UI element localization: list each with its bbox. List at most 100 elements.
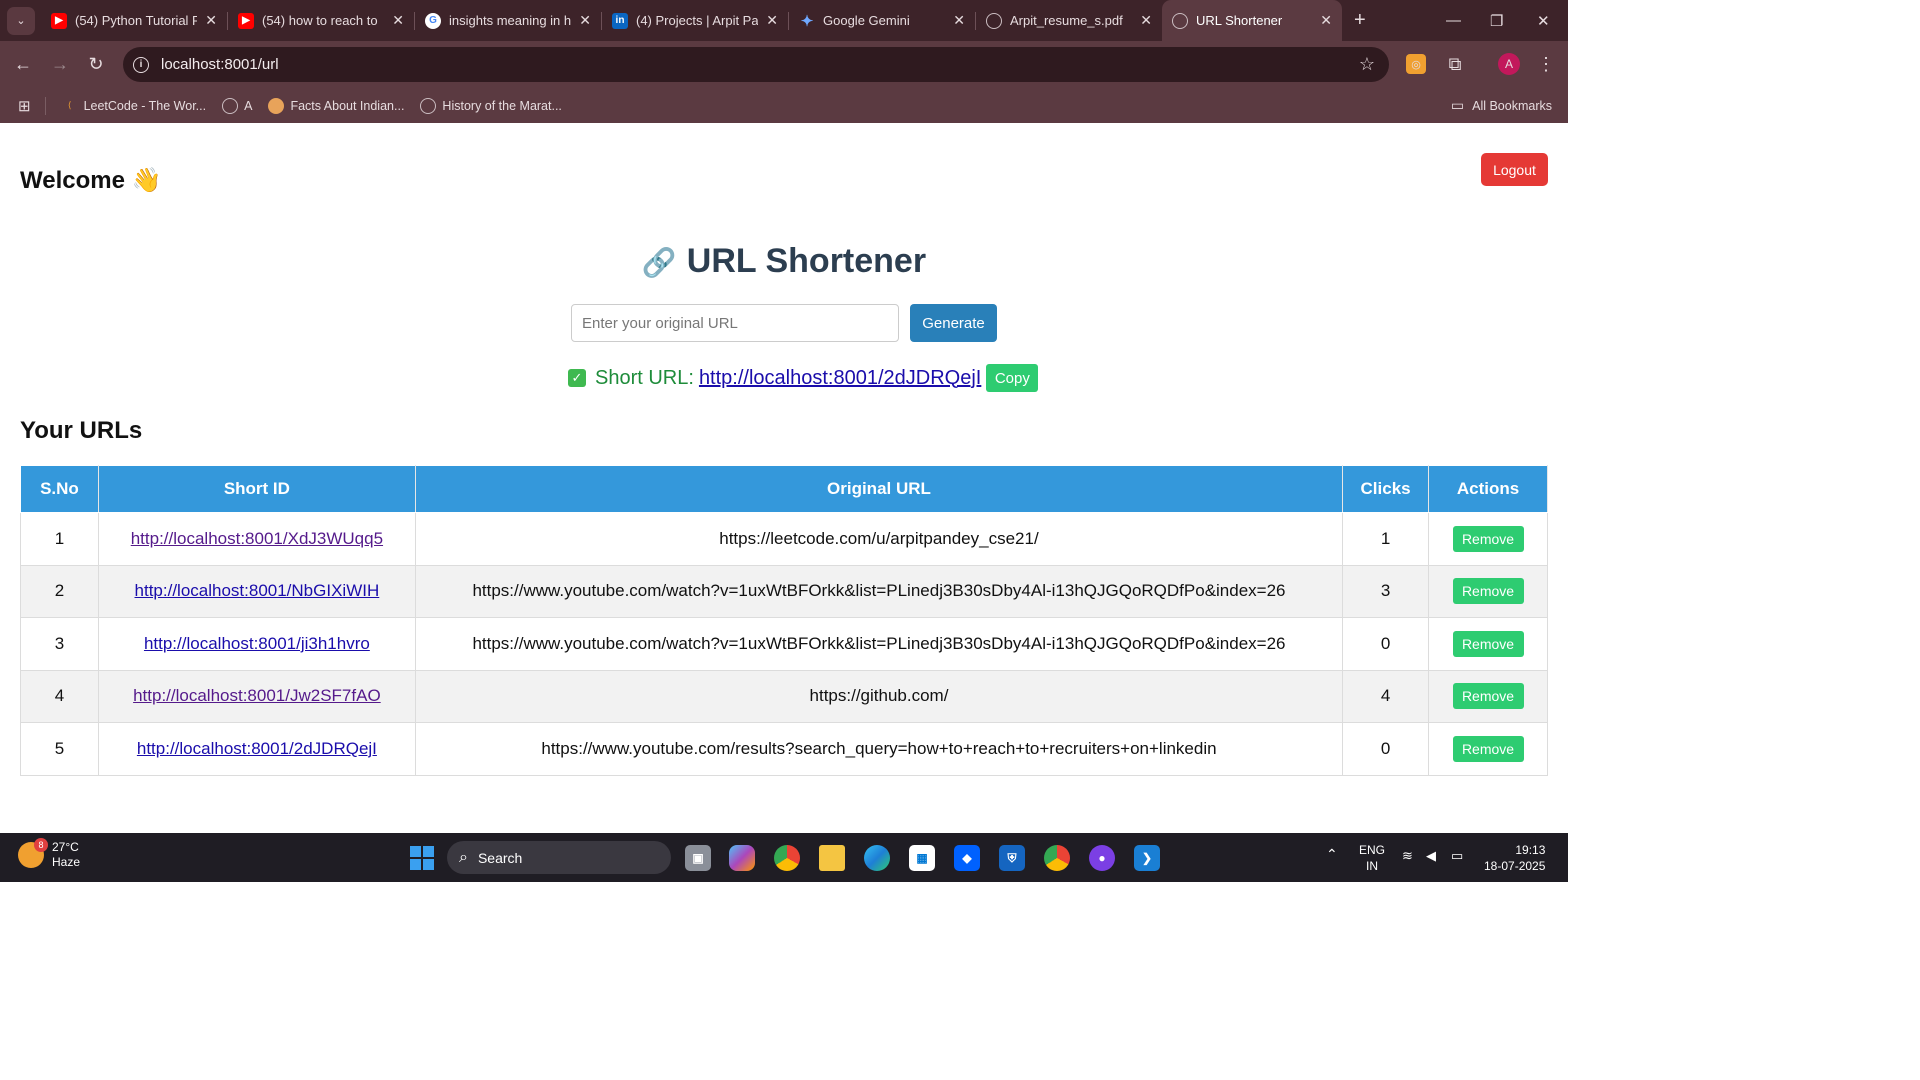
temperature: 27°C xyxy=(52,840,79,854)
tab-resume-pdf[interactable]: Arpit_resume_s.pdf ✕ xyxy=(976,0,1162,41)
cell-sno: 2 xyxy=(20,564,99,618)
tab-title: Google Gemini xyxy=(823,13,910,28)
globe-icon xyxy=(1172,12,1188,29)
weather-sun-icon: 8 xyxy=(18,838,48,868)
header-original-url: Original URL xyxy=(414,465,1344,513)
file-explorer-icon[interactable] xyxy=(819,845,845,871)
browser-chrome: ⌄ ▶ (54) Python Tutorial F ✕ ▶ (54) how … xyxy=(0,0,1568,123)
new-tab-icon[interactable]: + xyxy=(1354,9,1366,32)
back-icon[interactable]: ← xyxy=(12,53,34,75)
tab-python-tutorial[interactable]: ▶ (54) Python Tutorial F ✕ xyxy=(41,0,227,41)
tab-url-shortener[interactable]: URL Shortener ✕ xyxy=(1162,0,1342,41)
battery-icon[interactable]: ▭ xyxy=(1451,848,1463,864)
cell-short-id: http://localhost:8001/NbGIXiWIH xyxy=(97,564,416,618)
short-url-link[interactable]: http://localhost:8001/2dJDRQejI xyxy=(699,367,981,390)
bookmark-a[interactable]: A xyxy=(222,97,253,114)
page-title: 🔗 URL Shortener xyxy=(0,242,1568,281)
language-indicator[interactable]: ENG IN xyxy=(1359,842,1385,874)
remove-button[interactable]: Remove xyxy=(1452,735,1524,762)
chrome-icon[interactable] xyxy=(774,845,800,871)
close-window-icon[interactable]: ✕ xyxy=(1537,0,1550,41)
chrome-profile-icon[interactable] xyxy=(1044,845,1070,871)
edge-icon[interactable] xyxy=(864,845,890,871)
copilot-icon[interactable] xyxy=(729,845,755,871)
extensions-puzzle-icon[interactable]: ⧉ xyxy=(1444,53,1466,75)
close-icon[interactable]: ✕ xyxy=(392,12,404,29)
cell-actions: Remove xyxy=(1428,564,1548,618)
generate-button[interactable]: Generate xyxy=(910,304,997,342)
tab-linkedin-projects[interactable]: in (4) Projects | Arpit Pa ✕ xyxy=(602,0,788,41)
windows-start-icon[interactable] xyxy=(410,846,434,870)
short-id-link[interactable]: http://localhost:8001/NbGIXiWIH xyxy=(135,581,380,600)
apps-grid-icon[interactable]: ⊞ xyxy=(18,97,31,115)
extension-icon[interactable]: ◎ xyxy=(1406,54,1426,74)
short-id-link[interactable]: http://localhost:8001/XdJ3WUqq5 xyxy=(131,529,383,548)
microsoft-store-icon[interactable]: ▦ xyxy=(909,845,935,871)
tab-title: (4) Projects | Arpit Pa xyxy=(636,13,759,28)
dropbox-icon[interactable]: ◆ xyxy=(954,845,980,871)
logout-button[interactable]: Logout xyxy=(1481,153,1548,186)
short-id-link[interactable]: http://localhost:8001/Jw2SF7fAO xyxy=(133,686,381,705)
close-icon[interactable]: ✕ xyxy=(1140,12,1152,29)
table-row: 3 http://localhost:8001/ji3h1hvro https:… xyxy=(20,617,1548,671)
bookmark-label: A xyxy=(244,98,253,113)
wifi-icon[interactable]: ≋ xyxy=(1402,848,1413,864)
short-url-result: ✓ Short URL: http://localhost:8001/2dJDR… xyxy=(568,364,1039,392)
tab-insights-meaning[interactable]: G insights meaning in h ✕ xyxy=(415,0,601,41)
table-row: 4 http://localhost:8001/Jw2SF7fAO https:… xyxy=(20,669,1548,723)
tab-search-button[interactable]: ⌄ xyxy=(7,6,35,35)
close-icon[interactable]: ✕ xyxy=(1320,12,1332,29)
bookmark-history-maratha[interactable]: History of the Marat... xyxy=(420,97,562,114)
remove-button[interactable]: Remove xyxy=(1452,683,1524,710)
bookmark-label: Facts About Indian... xyxy=(290,98,405,113)
address-text[interactable]: localhost:8001/url xyxy=(161,56,279,73)
remove-button[interactable]: Remove xyxy=(1452,578,1524,605)
volume-icon[interactable]: ◀ xyxy=(1426,848,1436,864)
vscode-icon[interactable]: ❯ xyxy=(1134,845,1160,871)
weather-widget[interactable]: 8 27°C Haze xyxy=(18,838,80,870)
table-row: 2 http://localhost:8001/NbGIXiWIH https:… xyxy=(20,564,1548,618)
reload-icon[interactable]: ↻ xyxy=(85,53,107,75)
clock[interactable]: 19:13 18-07-2025 xyxy=(1484,842,1545,874)
close-icon[interactable]: ✕ xyxy=(766,12,778,29)
task-view-icon[interactable]: ▣ xyxy=(685,845,711,871)
header-clicks: Clicks xyxy=(1342,465,1430,513)
tab-google-gemini[interactable]: ✦ Google Gemini ✕ xyxy=(789,0,975,41)
google-icon: G xyxy=(425,12,441,29)
app-shield-icon[interactable]: ⛨ xyxy=(999,845,1025,871)
short-id-link[interactable]: http://localhost:8001/2dJDRQejI xyxy=(137,739,377,758)
remove-button[interactable]: Remove xyxy=(1452,630,1524,657)
bookmark-star-icon[interactable]: ☆ xyxy=(1359,54,1375,75)
bookmark-leetcode[interactable]: ⟨ LeetCode - The Wor... xyxy=(62,98,206,114)
remove-button[interactable]: Remove xyxy=(1452,525,1524,552)
profile-avatar[interactable]: A xyxy=(1498,53,1520,75)
copy-button[interactable]: Copy xyxy=(986,364,1039,392)
globe-icon xyxy=(986,12,1002,29)
taskbar-search[interactable]: ⌕ Search xyxy=(447,841,671,874)
forward-icon[interactable]: → xyxy=(49,53,71,75)
github-desktop-icon[interactable]: ● xyxy=(1089,845,1115,871)
welcome-heading: Welcome 👋 xyxy=(20,167,162,194)
restore-icon[interactable]: ❐ xyxy=(1490,0,1503,41)
close-icon[interactable]: ✕ xyxy=(205,12,217,29)
linkedin-icon: in xyxy=(612,12,628,29)
minimize-icon[interactable]: — xyxy=(1446,0,1461,41)
link-icon: 🔗 xyxy=(641,247,677,278)
close-icon[interactable]: ✕ xyxy=(953,12,965,29)
chevron-up-icon[interactable]: ⌃ xyxy=(1326,846,1338,862)
cell-short-id: http://localhost:8001/2dJDRQejI xyxy=(97,722,416,776)
address-bar[interactable]: i localhost:8001/url ☆ xyxy=(123,47,1389,82)
all-bookmarks[interactable]: ▭ All Bookmarks xyxy=(1451,97,1552,114)
tab-title: URL Shortener xyxy=(1196,13,1283,28)
cell-sno: 1 xyxy=(20,512,99,566)
header-actions: Actions xyxy=(1428,465,1548,513)
site-info-icon[interactable]: i xyxy=(133,56,149,73)
short-id-link[interactable]: http://localhost:8001/ji3h1hvro xyxy=(144,634,370,653)
tab-how-to-reach[interactable]: ▶ (54) how to reach to ✕ xyxy=(228,0,414,41)
leetcode-icon: ⟨ xyxy=(67,100,72,110)
bookmark-facts-indian[interactable]: Facts About Indian... xyxy=(268,97,405,114)
cell-sno: 4 xyxy=(20,669,99,723)
url-input[interactable] xyxy=(571,304,899,342)
menu-dots-icon[interactable]: ⋮ xyxy=(1535,53,1557,75)
close-icon[interactable]: ✕ xyxy=(579,12,591,29)
